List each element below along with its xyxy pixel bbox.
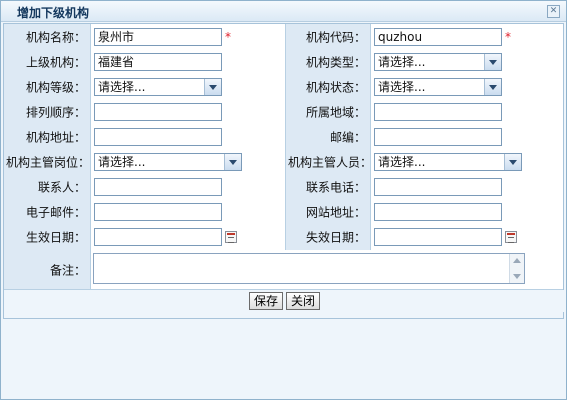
form-row-4: 排列顺序： 所属地域： <box>4 99 563 125</box>
expiry-date-label: 失效日期： <box>305 230 366 245</box>
org-code-label: 机构代码： <box>305 30 366 44</box>
sort-order-input[interactable] <box>94 102 222 121</box>
email-input[interactable] <box>94 202 222 221</box>
chevron-down-icon[interactable] <box>484 78 501 95</box>
manager-person-selected: 请选择... <box>378 154 426 169</box>
chevron-down-icon[interactable] <box>204 78 221 95</box>
contact-input[interactable] <box>94 177 222 196</box>
expiry-date-input[interactable] <box>374 228 502 246</box>
parent-org-input[interactable]: 福建省 <box>94 52 222 71</box>
region-label: 所属地域： <box>305 105 366 119</box>
notes-textarea[interactable] <box>93 253 525 284</box>
email-label: 电子邮件： <box>25 205 86 219</box>
form-row-5: 机构地址： 邮编： <box>4 124 563 150</box>
org-level-label: 机构等级： <box>25 80 86 94</box>
notes-label: 备注： <box>49 263 86 277</box>
dialog-titlebar: 增加下级机构 ✕ <box>1 1 566 22</box>
org-form: 机构名称： 泉州市 * 机构代码： quzhou * 上级机构： 福建省 机构类… <box>3 23 565 319</box>
org-name-input[interactable]: 泉州市 <box>94 27 222 46</box>
org-name-label: 机构名称： <box>25 30 86 44</box>
form-row-9: 生效日期： 失效日期： <box>4 224 563 251</box>
form-row-8: 电子邮件： 网站地址： <box>4 199 563 225</box>
parent-org-label: 上级机构： <box>25 55 86 69</box>
postcode-label: 邮编： <box>329 130 366 144</box>
effective-date-label: 生效日期： <box>25 230 86 245</box>
org-status-select[interactable]: 请选择... <box>374 77 502 96</box>
form-row-7: 联系人： 联系电话： <box>4 174 563 200</box>
postcode-input[interactable] <box>374 127 502 146</box>
manager-person-select[interactable]: 请选择... <box>374 152 522 171</box>
org-type-select[interactable]: 请选择... <box>374 52 502 71</box>
website-input[interactable] <box>374 202 502 221</box>
form-row-2: 上级机构： 福建省 机构类型： 请选择... <box>4 49 563 75</box>
org-status-selected: 请选择... <box>378 79 426 94</box>
scroll-down-icon[interactable] <box>513 274 521 279</box>
contact-label: 联系人： <box>37 180 86 194</box>
required-marker: * <box>505 29 511 44</box>
required-marker: * <box>225 29 231 44</box>
form-row-notes: 备注： <box>4 250 563 290</box>
address-label: 机构地址： <box>25 130 86 144</box>
scroll-up-icon[interactable] <box>513 258 521 263</box>
org-level-select[interactable]: 请选择... <box>94 77 222 96</box>
phone-label: 联系电话： <box>305 180 366 194</box>
notes-scrollbar[interactable] <box>509 254 524 283</box>
manager-post-selected: 请选择... <box>98 154 146 169</box>
close-icon[interactable]: ✕ <box>547 5 560 18</box>
chevron-down-icon[interactable] <box>484 53 501 70</box>
org-level-selected: 请选择... <box>98 79 146 94</box>
calendar-icon[interactable] <box>505 231 517 243</box>
org-type-label: 机构类型： <box>305 55 366 69</box>
form-row-6: 机构主管岗位： 请选择... 机构主管人员： 请选择... <box>4 149 563 175</box>
chevron-down-icon[interactable] <box>224 153 241 170</box>
add-sub-org-dialog: 增加下级机构 ✕ 机构名称： 泉州市 * 机构代码： quzhou * 上级机构… <box>0 0 567 400</box>
org-code-input[interactable]: quzhou <box>374 27 502 46</box>
save-button[interactable]: 保存 <box>249 292 284 310</box>
dialog-title: 增加下级机构 <box>17 6 90 20</box>
org-status-label: 机构状态： <box>305 80 366 94</box>
effective-date-input[interactable] <box>94 228 222 246</box>
manager-post-label: 机构主管岗位： <box>6 155 91 169</box>
website-label: 网站地址： <box>305 205 366 219</box>
close-button[interactable]: 关闭 <box>286 292 321 310</box>
manager-person-label: 机构主管人员： <box>288 155 373 169</box>
form-row-3: 机构等级： 请选择... 机构状态： 请选择... <box>4 74 563 100</box>
org-type-selected: 请选择... <box>378 54 426 69</box>
region-input[interactable] <box>374 102 502 121</box>
phone-input[interactable] <box>374 177 502 196</box>
form-row-1: 机构名称： 泉州市 * 机构代码： quzhou * <box>4 24 563 50</box>
calendar-icon[interactable] <box>225 231 237 243</box>
chevron-down-icon[interactable] <box>504 153 521 170</box>
address-input[interactable] <box>94 127 222 146</box>
button-row: 保存 关闭 <box>6 290 565 312</box>
sort-order-label: 排列顺序： <box>25 105 86 119</box>
manager-post-select[interactable]: 请选择... <box>94 152 242 171</box>
